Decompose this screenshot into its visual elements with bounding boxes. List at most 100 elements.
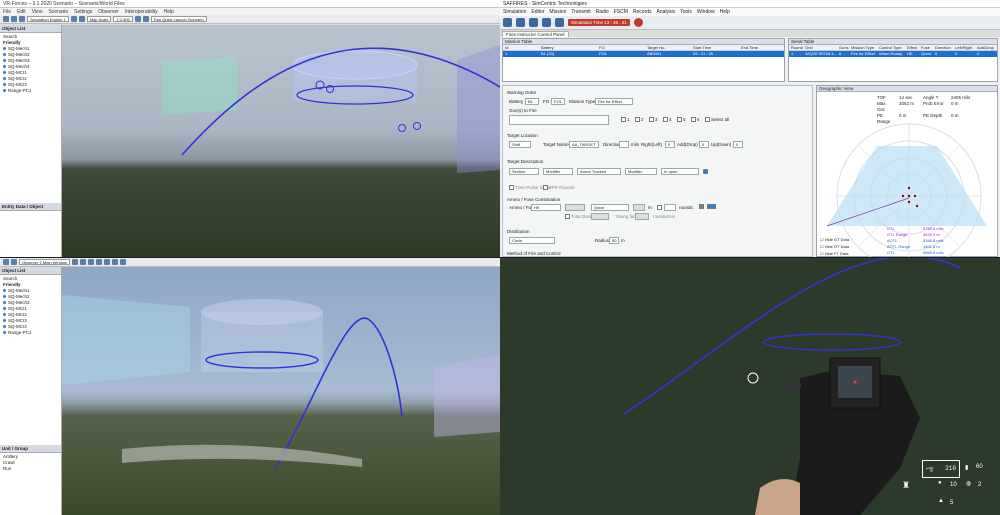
col-grid[interactable]: Grid — [803, 45, 837, 50]
pause-icon[interactable] — [78, 16, 85, 22]
target-type-select[interactable]: Section — [509, 168, 539, 175]
map-icon[interactable] — [542, 18, 551, 27]
table-row[interactable]: 1 B1 (33) FO1 AB0001 09 : 21 : 05 — [503, 51, 784, 57]
select-icon[interactable] — [3, 259, 9, 265]
timing-factor-input[interactable] — [635, 213, 649, 220]
ammo-list-icon[interactable] — [699, 204, 704, 209]
zoom-icon[interactable] — [134, 16, 141, 22]
draw-icon[interactable] — [119, 259, 126, 265]
distribution-select[interactable]: Circle — [509, 237, 555, 244]
up-down-input[interactable]: 0 — [733, 141, 743, 148]
time-probe-checkbox[interactable] — [509, 185, 514, 190]
target-icon[interactable] — [103, 259, 110, 265]
right-left-input[interactable]: 0 — [665, 141, 675, 148]
mission-type-select[interactable]: Fire for Effect — [595, 98, 633, 105]
settings-icon[interactable] — [555, 18, 564, 27]
move-icon[interactable] — [11, 259, 17, 265]
location-method-select[interactable]: Shift — [509, 141, 531, 148]
gun-6-checkbox[interactable] — [691, 117, 696, 122]
ammo-select[interactable]: HE — [531, 204, 561, 211]
target-state-select[interactable]: In open — [661, 168, 699, 175]
transmit-icon[interactable] — [707, 204, 716, 209]
radius-input[interactable]: 50 — [609, 237, 619, 244]
col-round[interactable]: Round — [789, 45, 803, 50]
menu-item-file[interactable]: File — [3, 9, 11, 15]
menu-item-observer[interactable]: Observer — [98, 9, 119, 15]
modifier-2-select[interactable]: Modifier — [625, 168, 657, 175]
col-start[interactable]: Start Time — [691, 45, 739, 50]
duration-input[interactable] — [591, 213, 609, 220]
col-end[interactable]: End Time — [739, 45, 779, 50]
rounds-checkbox[interactable] — [657, 205, 662, 210]
play-icon[interactable] — [70, 16, 77, 22]
add-description-icon[interactable] — [703, 169, 708, 174]
save-icon[interactable] — [19, 16, 25, 22]
menu-item-edit[interactable]: Edit — [17, 9, 26, 15]
hide-ft-row[interactable]: ☐ Hide FT Data — [820, 250, 849, 257]
grid-icon[interactable] — [79, 259, 86, 265]
tab-fires-instructor[interactable]: Fires Instructor Control Panel — [502, 31, 569, 37]
col-left-right[interactable]: Left/Right — [953, 45, 975, 50]
menu-item-radio[interactable]: Radio — [596, 9, 609, 15]
camera-icon[interactable] — [71, 259, 78, 265]
gun-5-checkbox[interactable] — [677, 117, 682, 122]
col-fuse[interactable]: Fuse — [919, 45, 933, 50]
col-target[interactable]: Target No. — [645, 45, 691, 50]
ruler-icon[interactable] — [95, 259, 102, 265]
open-icon[interactable] — [11, 16, 17, 22]
gun-3-checkbox[interactable] — [649, 117, 654, 122]
target-subject-select[interactable]: Armor Tracked — [577, 168, 621, 175]
3d-viewport[interactable] — [62, 25, 500, 257]
map-scale-field[interactable]: 1:2,500 — [113, 16, 133, 22]
menu-item-settings[interactable]: Settings — [74, 9, 92, 15]
gun-1-checkbox[interactable] — [621, 117, 626, 122]
col-fo[interactable]: FO — [597, 45, 645, 50]
quick-launch-field[interactable]: Run Quick Launch Scenario — [150, 16, 207, 22]
radio-icon[interactable] — [516, 18, 525, 27]
3d-viewport[interactable] — [62, 267, 500, 515]
menu-item-transmit[interactable]: Transmit — [571, 9, 590, 15]
fuse-height-input[interactable] — [633, 204, 645, 211]
observer-select[interactable]: Observer 1 Main Window — [19, 259, 70, 265]
tree-item[interactable]: Range-PC1 — [0, 329, 61, 335]
gun-2-checkbox[interactable] — [635, 117, 640, 122]
vpe-rounds-checkbox[interactable] — [543, 185, 548, 190]
group-item[interactable]: Run — [0, 465, 61, 471]
col-battery[interactable]: Battery — [539, 45, 597, 50]
col-id[interactable]: Id — [503, 45, 539, 50]
battery-select[interactable]: B1 — [525, 98, 539, 105]
menu-item-window[interactable]: Window — [697, 9, 715, 15]
layers-icon[interactable] — [142, 16, 149, 22]
menu-item-tools[interactable]: Tools — [680, 9, 692, 15]
first-person-view[interactable]: ⌐╦ 210 ▮ 60 ♜ ● 10 ◍ 2 ▲ 5 — [500, 258, 1000, 515]
table-row[interactable]: 1 42QVE 90728 3... 6 Fire for Effect Whe… — [789, 51, 997, 57]
new-icon[interactable] — [3, 16, 9, 22]
trajectory-icon[interactable] — [503, 18, 512, 27]
total-duration-checkbox[interactable] — [565, 214, 570, 219]
menu-item-editor[interactable]: Editor — [531, 9, 544, 15]
tree-item[interactable]: Range-PC1 — [0, 87, 61, 93]
menu-item-records[interactable]: Records — [633, 9, 652, 15]
hide-gt-row[interactable]: ☐ Hide GT Data — [820, 236, 849, 243]
menu-item-help[interactable]: Help — [720, 9, 730, 15]
target-name-select[interactable]: AA_TARGET — [569, 141, 599, 148]
menu-item-help[interactable]: Help — [164, 9, 174, 15]
menu-item-scenario[interactable]: Scenario — [48, 9, 68, 15]
select-all-checkbox[interactable] — [705, 117, 710, 122]
col-mission-type[interactable]: Mission Type — [849, 45, 877, 50]
gun-4-checkbox[interactable] — [663, 117, 668, 122]
menu-item-analysis[interactable]: Analysis — [657, 9, 676, 15]
weapon-slot[interactable]: ⌐╦ 210 — [922, 460, 960, 478]
col-control-type[interactable]: Control Type — [877, 45, 905, 50]
hide-ot-row[interactable]: ☐ Hide OT Data — [820, 243, 849, 250]
direction-input[interactable] — [619, 141, 629, 148]
fo-select[interactable]: FO1 — [551, 98, 565, 105]
col-effect[interactable]: Effect — [905, 45, 919, 50]
ammo-sub-select[interactable] — [565, 204, 585, 211]
menu-item-interoperability[interactable]: Interoperability — [125, 9, 158, 15]
compass-icon[interactable] — [529, 18, 538, 27]
menu-item-simulation[interactable]: Simulation — [503, 9, 526, 15]
fuse-select[interactable]: Quick — [591, 204, 629, 211]
menu-item-view[interactable]: View — [32, 9, 43, 15]
route-icon[interactable] — [111, 259, 118, 265]
